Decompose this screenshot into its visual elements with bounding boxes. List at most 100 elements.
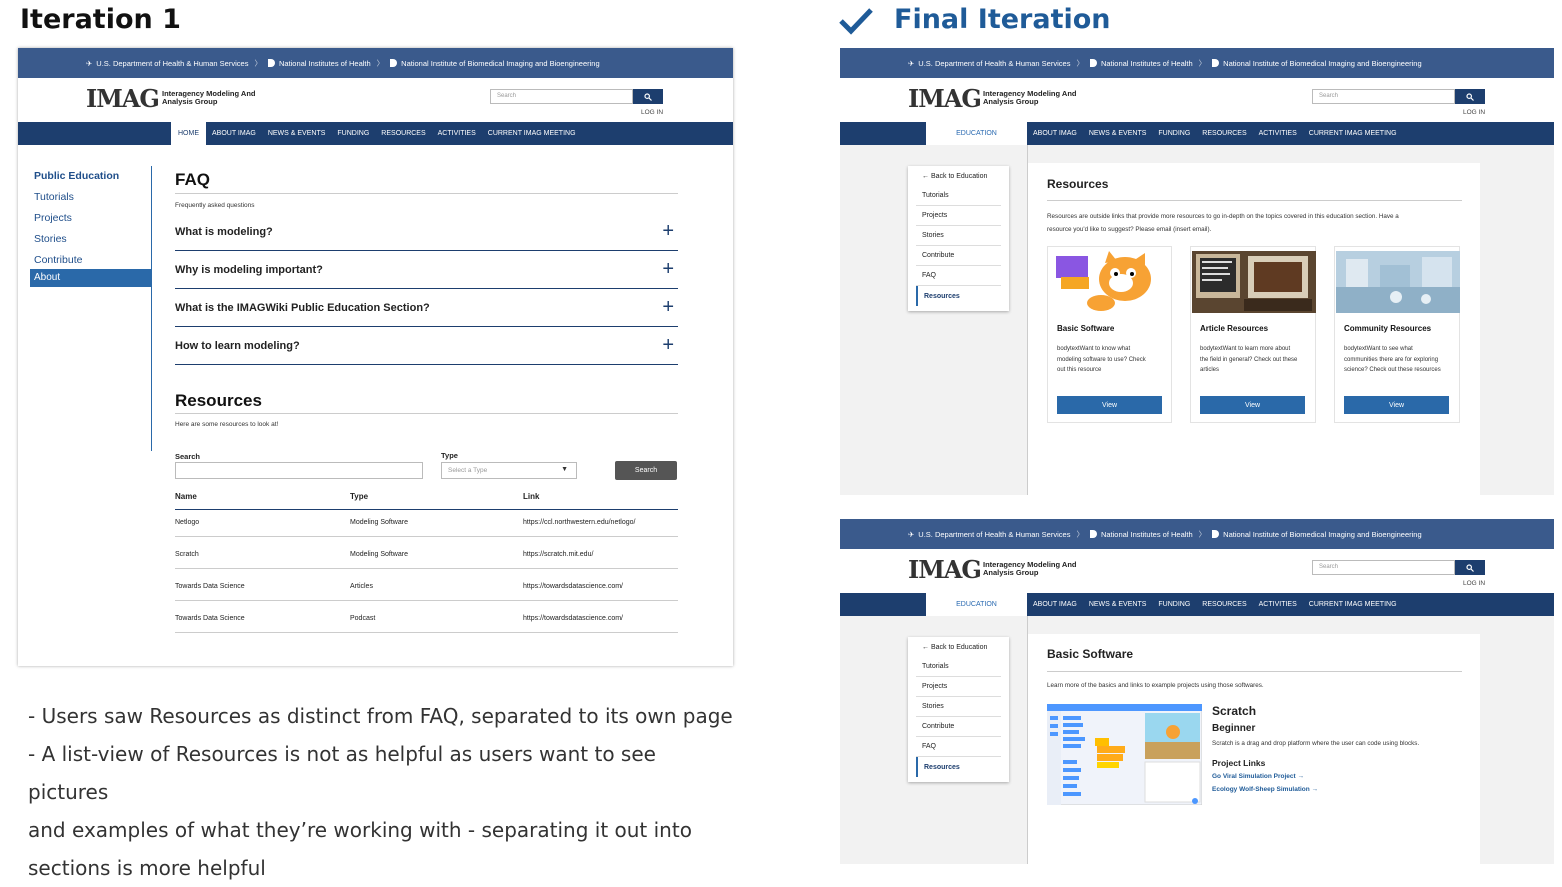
- nav-activities[interactable]: ACTIVITIES: [1253, 130, 1303, 137]
- nav-resources[interactable]: RESOURCES: [1196, 601, 1252, 608]
- faq-item[interactable]: Why is modeling important? +: [175, 251, 678, 289]
- divider: [1047, 671, 1462, 672]
- nav-about[interactable]: ABOUT IMAG: [206, 130, 262, 137]
- nih-link[interactable]: National Institutes of Health: [279, 59, 371, 68]
- side-tutorials[interactable]: Tutorials: [916, 657, 1001, 677]
- hhs-link[interactable]: U.S. Department of Health & Human Servic…: [96, 59, 248, 68]
- hhs-link[interactable]: U.S. Department of Health & Human Servic…: [918, 59, 1070, 68]
- search-button[interactable]: [1455, 89, 1485, 104]
- hhs-eagle-icon: ✈: [908, 529, 915, 539]
- education-sidebar: Public Education Tutorials Projects Stor…: [34, 170, 152, 275]
- nibib-link[interactable]: National Institute of Biomedical Imaging…: [1223, 530, 1421, 539]
- view-button[interactable]: View: [1200, 396, 1305, 414]
- faq-item[interactable]: What is the IMAGWiki Public Education Se…: [175, 289, 678, 327]
- col-name: Name: [175, 492, 197, 501]
- logo-subtitle: Interagency Modeling And Analysis Group: [162, 89, 256, 106]
- nav-education[interactable]: EDUCATION: [926, 593, 1027, 616]
- faq-item[interactable]: How to learn modeling? +: [175, 327, 678, 365]
- table-row: Scratch Modeling Software https://scratch.…: [175, 537, 678, 569]
- resources-title: Resources: [1047, 177, 1109, 191]
- resource-link[interactable]: https://scratch.mit.edu/: [523, 551, 593, 558]
- project-links-title: Project Links: [1212, 758, 1266, 768]
- nibib-icon: [390, 59, 398, 67]
- wolf-sheep-link[interactable]: Ecology Wolf-Sheep Simulation →: [1212, 786, 1318, 793]
- resource-card-basic-software[interactable]: Basic Software bodytextWant to know what…: [1047, 246, 1172, 423]
- search-button[interactable]: [1455, 560, 1485, 575]
- divider: [175, 193, 678, 194]
- back-to-education-link[interactable]: ← Back to Education: [916, 637, 1001, 657]
- col-link: Link: [523, 492, 540, 501]
- view-button[interactable]: View: [1057, 396, 1162, 414]
- nav-funding[interactable]: FUNDING: [331, 130, 375, 137]
- nav-about[interactable]: ABOUT IMAG: [1027, 601, 1083, 608]
- sidebar-contribute[interactable]: Contribute: [34, 254, 152, 266]
- go-viral-link[interactable]: Go Viral Simulation Project →: [1212, 773, 1304, 780]
- sidebar-tutorials[interactable]: Tutorials: [34, 191, 152, 203]
- hhs-eagle-icon: ✈: [86, 58, 93, 68]
- card-desc: bodytextWant to know what modeling softwa…: [1057, 346, 1146, 373]
- side-stories[interactable]: Stories: [916, 697, 1001, 717]
- resource-link[interactable]: https://ccl.northwestern.edu/netlogo/: [523, 519, 635, 526]
- nav-resources[interactable]: RESOURCES: [375, 130, 431, 137]
- nav-news[interactable]: NEWS & EVENTS: [1083, 130, 1153, 137]
- resource-card-article-resources[interactable]: Article Resources bodytextWant to learn …: [1190, 246, 1316, 423]
- resource-link[interactable]: https://towardsdatascience.com/: [523, 583, 623, 590]
- side-faq[interactable]: FAQ: [916, 266, 1001, 286]
- nav-meeting[interactable]: CURRENT IMAG MEETING: [482, 130, 582, 137]
- faq-item[interactable]: What is modeling? +: [175, 213, 678, 251]
- side-projects[interactable]: Projects: [916, 206, 1001, 226]
- imag-logo[interactable]: IMAG: [908, 555, 982, 584]
- search-input[interactable]: Search: [1312, 89, 1455, 104]
- login-link[interactable]: LOG IN: [641, 109, 663, 116]
- back-to-education-link[interactable]: ← Back to Education: [916, 166, 1001, 186]
- sidebar-public-education[interactable]: Public Education: [34, 170, 152, 182]
- nav-funding[interactable]: FUNDING: [1152, 130, 1196, 137]
- resource-search-input[interactable]: [175, 462, 423, 479]
- sidebar-about[interactable]: About: [30, 269, 151, 287]
- nih-link[interactable]: National Institutes of Health: [1101, 530, 1193, 539]
- imag-logo[interactable]: IMAG: [86, 84, 160, 113]
- side-contribute[interactable]: Contribute: [916, 246, 1001, 266]
- resource-card-community-resources[interactable]: Community Resources bodytextWant to see …: [1334, 246, 1460, 423]
- side-stories[interactable]: Stories: [916, 226, 1001, 246]
- search-input[interactable]: Search: [490, 89, 633, 104]
- imag-logo[interactable]: IMAG: [908, 84, 982, 113]
- nav-meeting[interactable]: CURRENT IMAG MEETING: [1303, 601, 1403, 608]
- side-resources[interactable]: Resources: [916, 757, 1001, 777]
- side-faq[interactable]: FAQ: [916, 737, 1001, 757]
- nav-activities[interactable]: ACTIVITIES: [1253, 601, 1303, 608]
- sidebar-projects[interactable]: Projects: [34, 212, 152, 224]
- view-button[interactable]: View: [1344, 396, 1449, 414]
- search-button[interactable]: Search: [615, 461, 677, 480]
- search-button[interactable]: [633, 89, 663, 104]
- nav-home[interactable]: HOME: [171, 122, 206, 145]
- plus-icon: +: [662, 258, 674, 280]
- login-link[interactable]: LOG IN: [1463, 109, 1485, 116]
- nav-about[interactable]: ABOUT IMAG: [1027, 130, 1083, 137]
- faq-subtitle: Frequently asked questions: [175, 202, 255, 209]
- hhs-link[interactable]: U.S. Department of Health & Human Servic…: [918, 530, 1070, 539]
- nav-activities[interactable]: ACTIVITIES: [432, 130, 482, 137]
- sidebar-stories[interactable]: Stories: [34, 233, 152, 245]
- type-select[interactable]: Select a Type ▼: [441, 462, 577, 479]
- notes: - Users saw Resources as distinct from F…: [28, 704, 733, 880]
- search-input[interactable]: Search: [1312, 560, 1455, 575]
- nih-link[interactable]: National Institutes of Health: [1101, 59, 1193, 68]
- login-link[interactable]: LOG IN: [1463, 580, 1485, 587]
- side-tutorials[interactable]: Tutorials: [916, 186, 1001, 206]
- plus-icon: +: [662, 334, 674, 356]
- iteration-1-heading: Iteration 1: [20, 4, 181, 35]
- nav-education[interactable]: EDUCATION: [926, 122, 1027, 145]
- nav-news[interactable]: NEWS & EVENTS: [1083, 601, 1153, 608]
- nibib-link[interactable]: National Institute of Biomedical Imaging…: [1223, 59, 1421, 68]
- side-resources[interactable]: Resources: [916, 286, 1001, 306]
- side-projects[interactable]: Projects: [916, 677, 1001, 697]
- nav-meeting[interactable]: CURRENT IMAG MEETING: [1303, 130, 1403, 137]
- nav-funding[interactable]: FUNDING: [1152, 601, 1196, 608]
- side-contribute[interactable]: Contribute: [916, 717, 1001, 737]
- plus-icon: +: [662, 296, 674, 318]
- nav-resources[interactable]: RESOURCES: [1196, 130, 1252, 137]
- nibib-link[interactable]: National Institute of Biomedical Imaging…: [401, 59, 599, 68]
- resource-link[interactable]: https://towardsdatascience.com/: [523, 615, 623, 622]
- nav-news[interactable]: NEWS & EVENTS: [262, 130, 332, 137]
